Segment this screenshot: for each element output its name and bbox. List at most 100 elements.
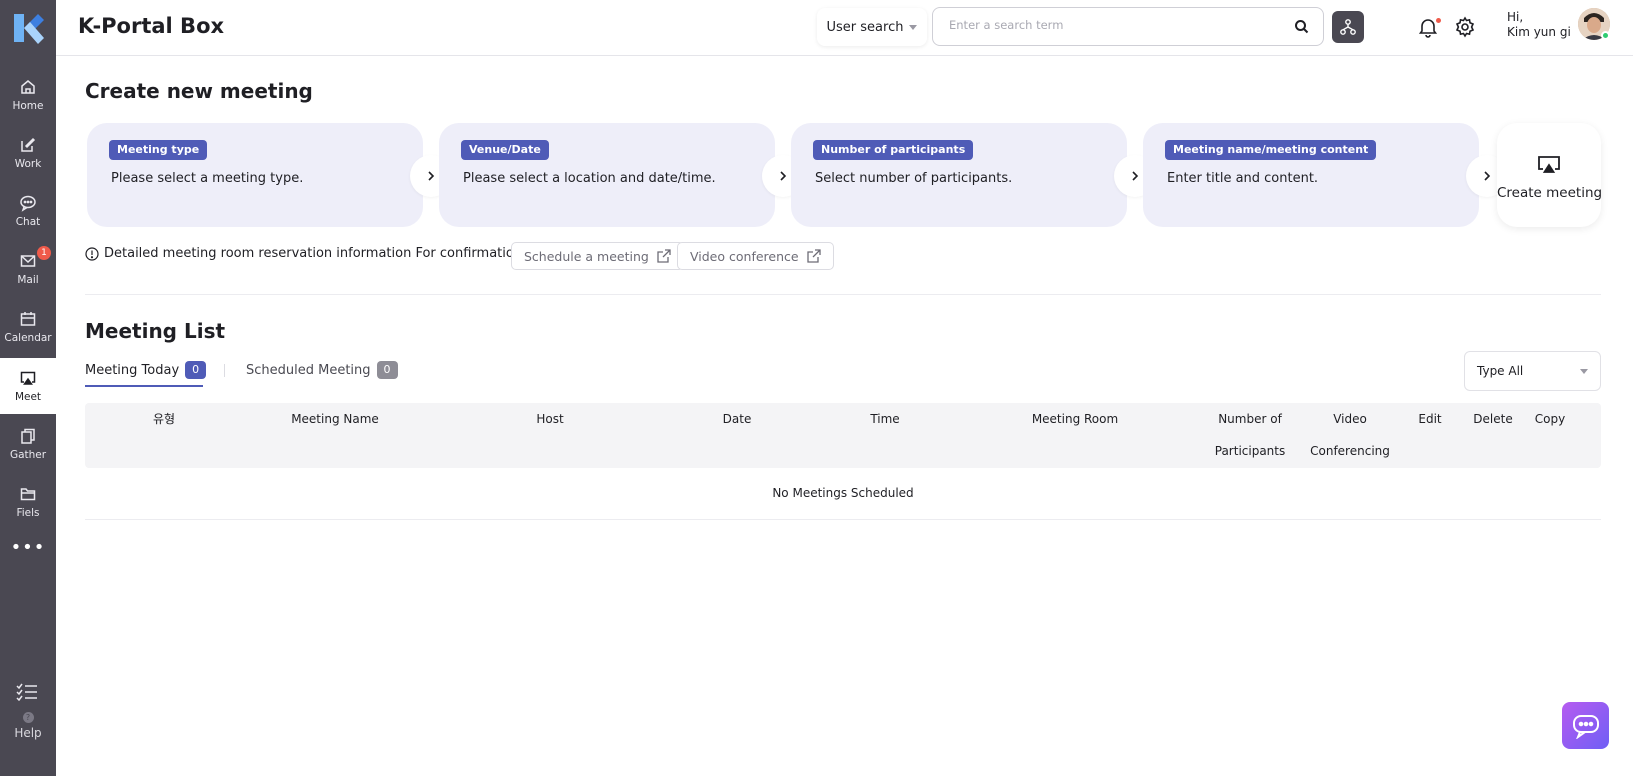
org-chart-button[interactable] <box>1332 11 1364 43</box>
step-text: Select number of participants. <box>815 171 1013 186</box>
chat-icon <box>20 195 36 212</box>
copy-icon <box>21 428 35 444</box>
gear-icon[interactable] <box>1454 16 1476 38</box>
create-meeting-label: Create meeting <box>1497 185 1603 201</box>
search-box <box>932 7 1324 46</box>
tab-scheduled-meeting[interactable]: Scheduled Meeting 0 <box>246 361 398 379</box>
create-meeting-button[interactable]: Create meeting <box>1497 123 1603 227</box>
step-tag: Meeting name/meeting content <box>1165 140 1377 160</box>
chevron-right-icon <box>780 171 787 181</box>
org-chart-icon <box>1340 19 1356 35</box>
column-header-host: Host <box>536 412 564 426</box>
column-header-participants-line2: Participants <box>1214 444 1286 458</box>
sidebar-item-label: Calendar <box>4 332 52 344</box>
column-header-video-line2: Conferencing <box>1310 444 1390 458</box>
folder-icon <box>20 488 36 501</box>
help-icon: ? <box>22 712 34 723</box>
sidebar-item-label: Gather <box>9 449 47 461</box>
sidebar-item-label: Fiels <box>16 507 40 519</box>
home-icon <box>21 80 35 94</box>
online-status-dot <box>1601 31 1610 40</box>
user-name: Kim yun gi <box>1507 25 1571 39</box>
tab-label: Meeting Today <box>85 362 180 378</box>
schedule-meeting-label: Schedule a meeting <box>524 248 649 264</box>
sidebar-item-files[interactable]: Fiels <box>0 474 56 530</box>
external-link-icon <box>806 249 821 263</box>
column-header-time: Time <box>870 412 900 426</box>
tab-meeting-today[interactable]: Meeting Today 0 <box>85 361 207 379</box>
reservation-info: Detailed meeting room reservation inform… <box>85 246 522 261</box>
sidebar-item-label: Chat <box>15 216 41 228</box>
sidebar-item-gather[interactable]: Gather <box>0 416 56 472</box>
chatbot-button[interactable] <box>1562 702 1609 749</box>
step-venue-date[interactable]: Venue/Date Please select a location and … <box>439 123 775 227</box>
top-header: K-Portal Box User search Hi, Kim yun gi <box>56 0 1633 56</box>
meeting-list-title: Meeting List <box>85 319 226 343</box>
external-link-icon <box>657 249 671 263</box>
app-title: K-Portal Box <box>78 14 225 38</box>
help-button[interactable]: ? Help <box>0 712 56 740</box>
chat-bubble-icon <box>1572 714 1599 739</box>
column-header-type: 유형 <box>152 412 176 426</box>
step-tag: Number of participants <box>813 140 974 160</box>
mail-unread-badge: 1 <box>37 246 51 260</box>
chevron-right-icon <box>1132 171 1139 181</box>
video-conference-label: Video conference <box>690 248 799 264</box>
column-header-participants-line1: Number of <box>1218 412 1282 426</box>
column-header-meeting-room: Meeting Room <box>1031 412 1119 426</box>
sidebar-item-calendar[interactable]: Calendar <box>0 299 56 355</box>
section-divider <box>85 294 1601 295</box>
screen-share-icon <box>1538 156 1560 173</box>
column-header-video-line1: Video <box>1333 412 1367 426</box>
video-conference-link[interactable]: Video conference <box>677 242 834 270</box>
chevron-right-icon <box>1484 171 1491 181</box>
schedule-meeting-link[interactable]: Schedule a meeting <box>511 242 684 270</box>
sidebar-item-label: Meet <box>14 391 42 403</box>
mail-icon <box>20 255 36 267</box>
step-participants[interactable]: Number of participants Select number of … <box>791 123 1127 227</box>
reservation-info-text: Detailed meeting room reservation inform… <box>104 246 523 261</box>
type-filter-select[interactable]: Type All <box>1464 351 1601 391</box>
help-label: Help <box>14 726 42 740</box>
sidebar-item-label: Home <box>12 100 44 112</box>
search-type-dropdown[interactable]: User search <box>817 8 927 46</box>
search-icon[interactable] <box>1294 19 1309 34</box>
column-header-edit: Edit <box>1418 412 1442 426</box>
chevron-down-icon <box>1580 368 1588 374</box>
notification-dot <box>1436 18 1441 23</box>
step-name-content[interactable]: Meeting name/meeting content Enter title… <box>1143 123 1479 227</box>
type-filter-value: Type All <box>1477 364 1524 378</box>
step-meeting-type[interactable]: Meeting type Please select a meeting typ… <box>87 123 423 227</box>
tab-count-badge: 0 <box>185 361 207 379</box>
empty-table-message: No Meetings Scheduled <box>85 474 1601 520</box>
sidebar-item-meet[interactable]: Meet <box>0 358 56 414</box>
tab-separator <box>224 364 225 377</box>
user-greeting[interactable]: Hi, Kim yun gi <box>1507 10 1571 40</box>
chevron-right-icon <box>428 171 435 181</box>
column-header-meeting-name: Meeting Name <box>291 412 379 426</box>
sidebar-item-home[interactable]: Home <box>0 67 56 123</box>
step-tag: Meeting type <box>109 140 208 160</box>
greeting-line: Hi, <box>1507 10 1524 24</box>
tab-count-badge: 0 <box>376 361 398 379</box>
checklist-icon[interactable] <box>16 683 38 701</box>
step-tag: Venue/Date <box>461 140 549 160</box>
screen-share-icon <box>20 371 36 385</box>
search-input[interactable] <box>949 18 1279 32</box>
step-text: Please select a location and date/time. <box>463 171 716 186</box>
search-type-label: User search <box>826 19 904 35</box>
sidebar: Home Work Chat Mail 1 Calendar Meet Gath… <box>0 0 56 776</box>
chevron-down-icon <box>909 24 918 30</box>
column-header-date: Date <box>722 412 752 426</box>
sidebar-item-mail[interactable]: Mail 1 <box>0 241 56 297</box>
sidebar-item-work[interactable]: Work <box>0 125 56 181</box>
sidebar-item-label: Work <box>14 158 42 170</box>
more-menu-icon[interactable]: ••• <box>0 537 56 558</box>
step-text: Please select a meeting type. <box>111 171 304 186</box>
k-portal-logo[interactable] <box>10 10 46 46</box>
sidebar-item-chat[interactable]: Chat <box>0 183 56 239</box>
calendar-icon <box>20 312 36 326</box>
tab-label: Scheduled Meeting <box>246 362 371 378</box>
create-meeting-title: Create new meeting <box>85 79 313 103</box>
info-icon <box>85 246 99 261</box>
